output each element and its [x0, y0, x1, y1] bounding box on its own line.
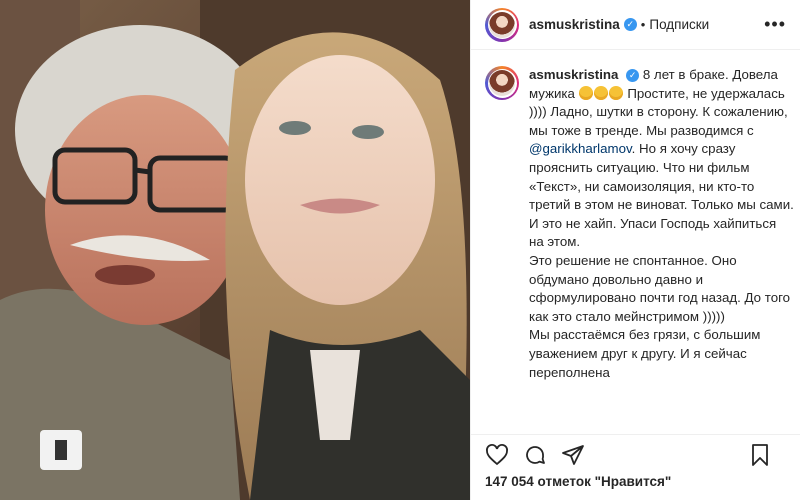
header-username[interactable]: asmuskristina — [529, 17, 620, 32]
header-avatar[interactable] — [485, 7, 519, 42]
verified-badge-icon: ✓ — [626, 68, 640, 82]
follow-button[interactable]: Подписки — [649, 17, 709, 32]
bookmark-icon[interactable] — [748, 443, 772, 467]
laughing-emoji-icon — [578, 85, 593, 100]
caption-area: asmuskristina ✓ 8 лет в браке. Довела му… — [485, 66, 794, 434]
caption-username[interactable]: asmuskristina — [529, 67, 618, 82]
separator-dot: • — [640, 17, 646, 32]
caption-paragraph-3: Это решение не спонтанное. Оно обдумано … — [529, 252, 791, 324]
verified-badge-icon: ✓ — [623, 18, 637, 31]
caption-paragraph-2: И это не хайп. Упаси Господь хайпиться н… — [529, 215, 777, 250]
laughing-emoji-icon — [593, 85, 608, 100]
photo-illustration — [0, 0, 470, 500]
caption-avatar[interactable] — [485, 66, 519, 100]
comment-icon[interactable] — [523, 443, 547, 467]
caption-text: asmuskristina ✓ 8 лет в браке. Довела му… — [529, 66, 794, 434]
heart-icon[interactable] — [485, 443, 509, 467]
share-icon[interactable] — [561, 443, 585, 467]
mention-link[interactable]: @garikkharlamov — [529, 141, 632, 156]
caption-paragraph-4: Мы расстаёмся без грязи, с большим уваже… — [529, 327, 761, 380]
post-photo[interactable] — [0, 0, 470, 500]
likes-count[interactable]: 147 054 отметок "Нравится" — [485, 474, 671, 489]
action-bar — [471, 434, 800, 474]
more-icon[interactable]: ••• — [764, 14, 786, 35]
laughing-emoji-icon — [608, 85, 623, 100]
post-header: asmuskristina ✓ • Подписки ••• — [471, 0, 800, 50]
post-sidebar: asmuskristina ✓ • Подписки ••• asmuskris… — [470, 0, 800, 500]
